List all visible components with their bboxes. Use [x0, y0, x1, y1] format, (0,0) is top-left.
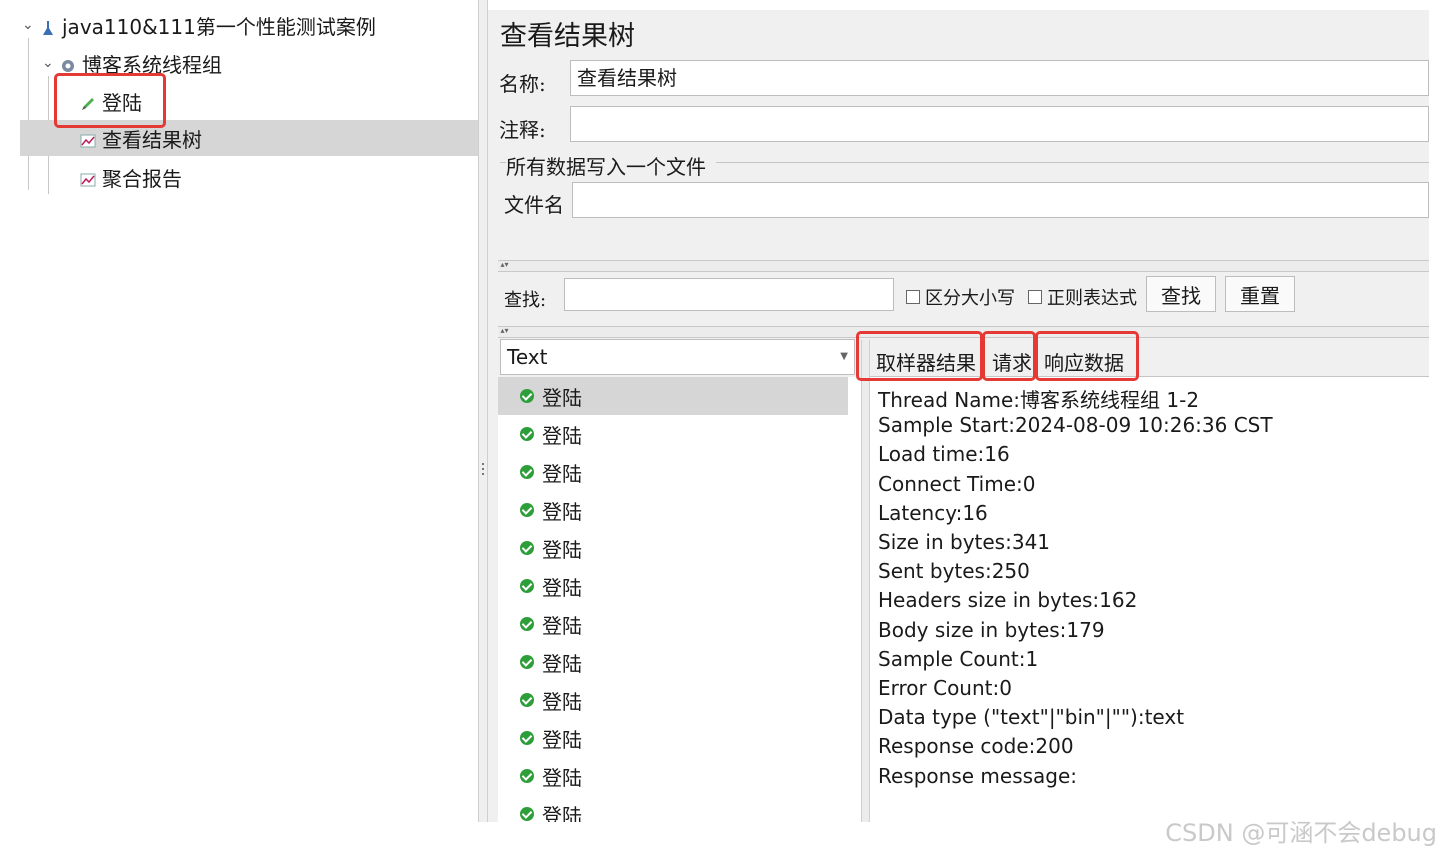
name-label: 名称: [499, 72, 546, 96]
list-item[interactable]: 登陆 [498, 605, 848, 643]
list-item[interactable]: 登陆 [498, 795, 848, 822]
reset-button[interactable]: 重置 [1225, 276, 1295, 312]
split-divider[interactable]: ▴▾ [498, 260, 1429, 272]
list-item-label: 登陆 [542, 765, 582, 790]
tree-node-label: 聚合报告 [102, 166, 182, 191]
filename-input[interactable] [572, 182, 1429, 218]
list-item[interactable]: 登陆 [498, 643, 848, 681]
chevron-down-icon[interactable]: ⌄ [22, 18, 34, 32]
result-line: Size in bytes:341 [878, 530, 1051, 554]
list-item-label: 登陆 [542, 385, 582, 410]
result-line: Latency:16 [878, 500, 988, 525]
result-line: Sent bytes:250 [878, 559, 1030, 584]
success-shield-icon [520, 693, 534, 707]
list-item-label: 登陆 [542, 613, 582, 638]
result-line: Error Count:0 [878, 676, 1012, 700]
pencil-icon [80, 93, 96, 110]
list-item-label: 登陆 [542, 727, 582, 752]
results-splitter[interactable] [861, 340, 870, 822]
chevron-down-icon[interactable]: ⌄ [42, 56, 54, 70]
tree-node-view-results-tree[interactable]: 查看结果树 [20, 120, 478, 156]
list-item-label: 登陆 [542, 689, 582, 714]
filename-label: 文件名 [504, 193, 564, 217]
tree-node-label: 查看结果树 [102, 127, 202, 152]
success-shield-icon [520, 503, 534, 517]
sample-results-list[interactable]: 登陆 登陆 登陆 登陆 登陆 登陆 登陆 登陆 登陆 登陆 登陆 登陆 [498, 377, 861, 822]
list-item[interactable]: 登陆 [498, 415, 848, 453]
list-item-label: 登陆 [542, 575, 582, 600]
search-input[interactable] [564, 278, 894, 311]
success-shield-icon [520, 807, 534, 821]
list-item[interactable]: 登陆 [498, 453, 848, 491]
list-item-label: 登陆 [542, 651, 582, 676]
success-shield-icon [520, 427, 534, 441]
result-line: Body size in bytes:179 [878, 617, 1105, 642]
renderer-selected-value: Text [507, 345, 548, 369]
tab-request[interactable]: 请求 [988, 344, 1036, 378]
list-item-label: 登陆 [542, 803, 582, 823]
search-label: 查找: [504, 290, 547, 311]
result-line: Thread Name:博客系统线程组 1-2 [878, 388, 1200, 412]
success-shield-icon [520, 655, 534, 669]
success-shield-icon [520, 617, 534, 631]
list-item[interactable]: 登陆 [498, 567, 848, 605]
sampler-result-text: Thread Name:博客系统线程组 1-2 Sample Start:2024… [870, 377, 1429, 822]
success-shield-icon [520, 465, 534, 479]
result-line: Sample Count:1 [878, 646, 1039, 671]
result-line: Load time:16 [878, 442, 1010, 467]
result-line: Sample Start:2024-08-09 10:26:36 CST [878, 413, 1273, 438]
name-input[interactable]: 查看结果树 [570, 60, 1429, 96]
tree-node-label: 博客系统线程组 [82, 52, 222, 77]
tree-node-label: java110&111第一个性能测试案例 [62, 14, 376, 39]
gear-icon [60, 55, 76, 72]
list-item-label: 登陆 [542, 499, 582, 524]
checkbox-label: 区分大小写 [925, 288, 1015, 309]
tree-node-label: 登陆 [102, 90, 142, 115]
list-item-label: 登陆 [542, 461, 582, 486]
page-title: 查看结果树 [500, 21, 635, 52]
tab-response-data[interactable]: 响应数据 [1040, 344, 1128, 378]
tree-splitter[interactable] [478, 0, 488, 822]
case-sensitive-checkbox[interactable]: 区分大小写 [906, 284, 1015, 310]
success-shield-icon [520, 389, 534, 403]
list-item[interactable]: 登陆 [498, 529, 848, 567]
find-button[interactable]: 查找 [1146, 276, 1216, 312]
success-shield-icon [520, 579, 534, 593]
result-line: Connect Time:0 [878, 471, 1036, 496]
chevron-down-icon[interactable]: ▼ [840, 340, 848, 374]
success-shield-icon [520, 769, 534, 783]
view-results-tree-panel: 查看结果树 名称: 查看结果树 注释: 所有数据写入一个文件 文件名 ▴▾ 查找… [488, 10, 1429, 822]
comment-input[interactable] [570, 106, 1429, 142]
result-line: Response code:200 [878, 734, 1074, 759]
test-plan-tree: ⌄ java110&111第一个性能测试案例 ⌄ 博客系统线程组 登陆 查看结果… [0, 0, 478, 822]
chart-icon [80, 130, 96, 148]
list-item[interactable]: 登陆 [498, 377, 848, 415]
list-item[interactable]: 登陆 [498, 757, 848, 795]
tree-node-aggregate-report[interactable]: 聚合报告 [0, 159, 478, 195]
tree-node-thread-group[interactable]: ⌄ 博客系统线程组 [0, 45, 478, 81]
list-item[interactable]: 登陆 [498, 719, 848, 757]
result-line: Data type ("text"|"bin"|""):text [878, 705, 1185, 730]
list-item-label: 登陆 [542, 537, 582, 562]
tree-node-sampler-login[interactable]: 登陆 [0, 83, 478, 119]
list-item-label: 登陆 [542, 423, 582, 448]
result-line: Response message: [878, 763, 1078, 788]
checkbox-box[interactable] [906, 290, 920, 304]
renderer-select[interactable]: Text ▼ [500, 339, 855, 375]
watermark: CSDN @可涵不会debug [1165, 819, 1437, 847]
regex-checkbox[interactable]: 正则表达式 [1028, 284, 1137, 310]
chart-icon [80, 169, 96, 187]
file-group-title: 所有数据写入一个文件 [506, 155, 706, 179]
tree-node-test-plan[interactable]: ⌄ java110&111第一个性能测试案例 [0, 7, 478, 43]
success-shield-icon [520, 731, 534, 745]
test-plan-icon [40, 17, 56, 35]
result-line: Headers size in bytes:162 [878, 588, 1138, 613]
comment-label: 注释: [499, 118, 546, 142]
list-item[interactable]: 登陆 [498, 491, 848, 529]
success-shield-icon [520, 541, 534, 555]
checkbox-box[interactable] [1028, 290, 1042, 304]
list-item[interactable]: 登陆 [498, 681, 848, 719]
checkbox-label: 正则表达式 [1047, 288, 1137, 309]
split-divider[interactable]: ▴▾ [498, 326, 1429, 338]
